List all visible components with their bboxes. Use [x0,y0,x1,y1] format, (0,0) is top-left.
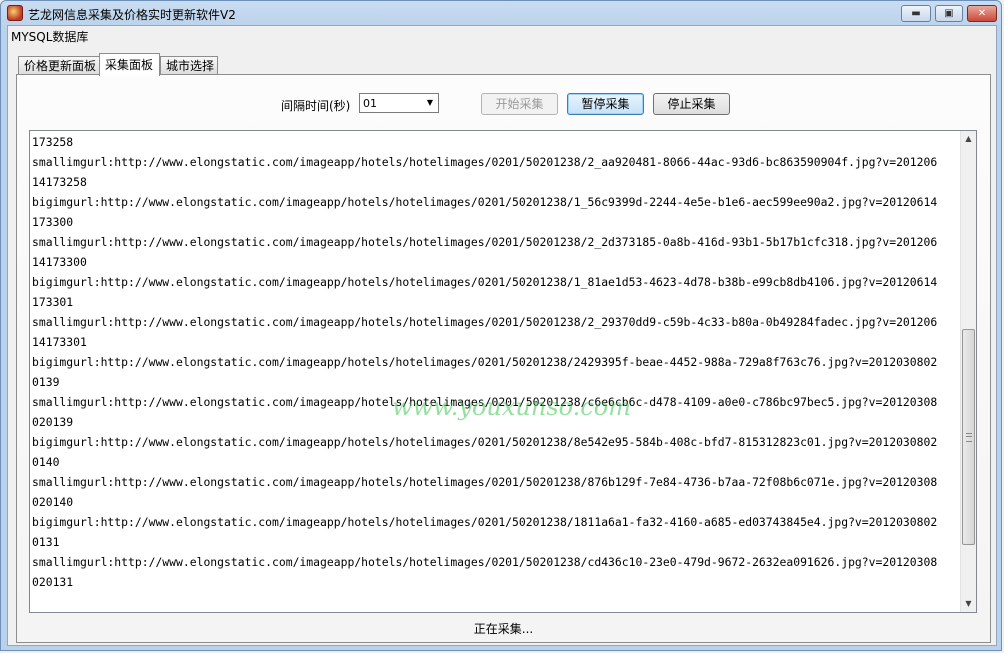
log-lines: 173258 smallimgurl:http://www.elongstatic… [32,132,962,592]
log-line: bigimgurl:http://www.elongstatic.com/ima… [32,275,938,289]
log-line: 14173301 [32,335,87,349]
log-line: smallimgurl:http://www.elongstatic.com/i… [32,315,938,329]
chevron-down-icon[interactable]: ▼ [425,98,435,108]
start-collect-button[interactable]: 开始采集 [481,93,558,115]
stop-collect-button[interactable]: 停止采集 [653,93,730,115]
log-line: bigimgurl:http://www.elongstatic.com/ima… [32,195,938,209]
tab-collection[interactable]: 采集面板 [99,53,160,76]
close-button[interactable]: ✕ [967,5,997,22]
pause-collect-button[interactable]: 暂停采集 [567,93,644,115]
log-line: smallimgurl:http://www.elongstatic.com/i… [32,395,938,409]
interval-select[interactable]: 01 ▼ [359,93,439,113]
interval-select-value: 01 [363,97,377,110]
minimize-button[interactable]: ▬ [901,5,931,22]
log-line: smallimgurl:http://www.elongstatic.com/i… [32,155,938,169]
grip-icon [966,432,972,442]
menu-bar: MYSQL数据库 [8,26,996,44]
window-title: 艺龙网信息采集及价格实时更新软件V2 [28,8,236,22]
log-line: 0139 [32,375,60,389]
tab-city-select[interactable]: 城市选择 [160,56,218,75]
log-line: 0131 [32,535,60,549]
maximize-button[interactable]: ▣ [935,5,963,22]
log-line: 020140 [32,495,74,509]
maximize-icon: ▣ [944,8,954,19]
scroll-up-icon[interactable]: ▲ [961,131,976,147]
log-line: 020139 [32,415,74,429]
close-icon: ✕ [977,8,987,19]
menu-mysql-database[interactable]: MYSQL数据库 [11,28,88,45]
collection-log[interactable]: 173258 smallimgurl:http://www.elongstatic… [29,130,977,613]
interval-label: 间隔时间(秒) [281,99,351,113]
log-line: 173300 [32,215,74,229]
log-line: 173301 [32,295,74,309]
log-line: bigimgurl:http://www.elongstatic.com/ima… [32,515,938,529]
log-line: smallimgurl:http://www.elongstatic.com/i… [32,235,938,249]
log-line: smallimgurl:http://www.elongstatic.com/i… [32,475,938,489]
client-area: MYSQL数据库 价格更新面板 采集面板 城市选择 间隔时间(秒) 01 ▼ 开… [7,25,997,646]
log-scrollbar[interactable]: ▲ ▼ [960,131,976,612]
log-line: bigimgurl:http://www.elongstatic.com/ima… [32,435,938,449]
tab-price-update[interactable]: 价格更新面板 [18,56,100,75]
log-line: bigimgurl:http://www.elongstatic.com/ima… [32,355,938,369]
collection-panel: 间隔时间(秒) 01 ▼ 开始采集 暂停采集 停止采集 173258 smalli… [16,74,991,643]
title-bar[interactable]: 艺龙网信息采集及价格实时更新软件V2 ▬ ▣ ✕ [1,1,1001,25]
log-line: 14173300 [32,255,87,269]
log-line: 14173258 [32,175,87,189]
log-line: 020131 [32,575,74,589]
status-text: 正在采集... [473,622,534,636]
log-line: smallimgurl:http://www.elongstatic.com/i… [32,555,938,569]
log-line: 0140 [32,455,60,469]
scrollbar-thumb[interactable] [962,328,975,545]
minimize-icon: ▬ [911,8,921,19]
scroll-down-icon[interactable]: ▼ [961,596,976,612]
log-line: 173258 [32,135,74,149]
app-logo-icon [7,5,23,21]
app-window: 艺龙网信息采集及价格实时更新软件V2 ▬ ▣ ✕ MYSQL数据库 价格更新面板… [0,0,1002,651]
